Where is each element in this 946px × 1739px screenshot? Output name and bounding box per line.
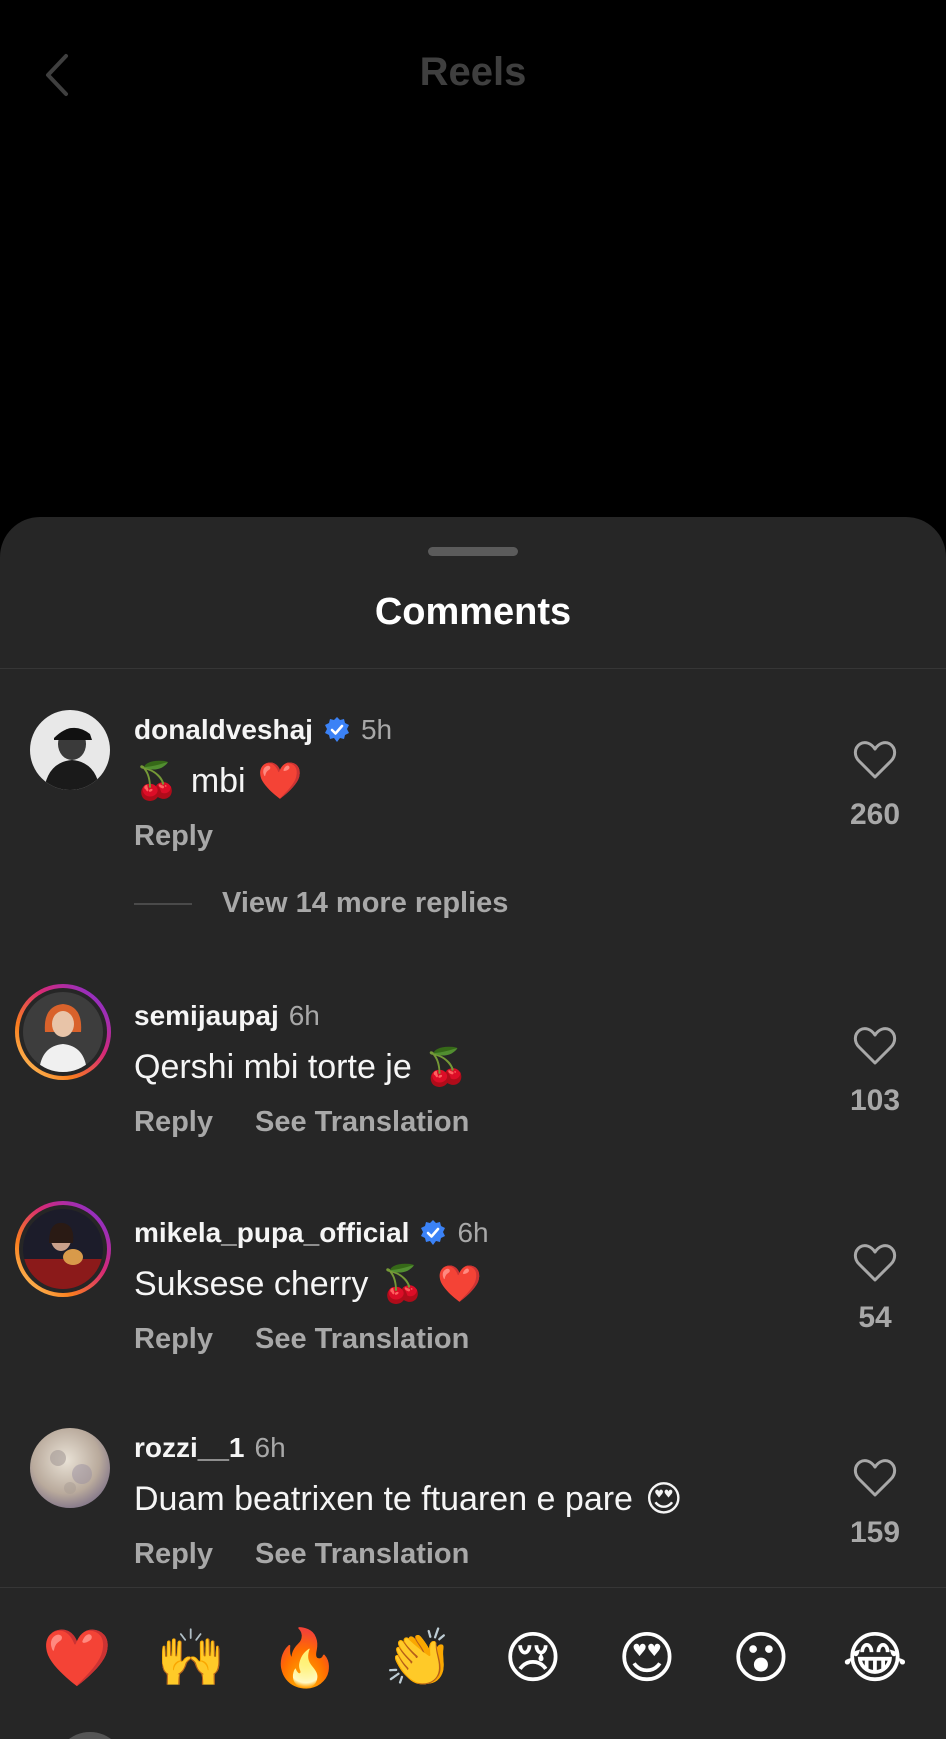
heart-eyes-emoji-reaction[interactable]: 😍 bbox=[612, 1624, 682, 1694]
clapping-emoji-reaction[interactable]: 👏 bbox=[384, 1624, 454, 1694]
comment-item: donaldveshaj 5h 🍒 mbi ❤️ Reply 260 bbox=[0, 710, 946, 880]
page-title: Reels bbox=[419, 50, 527, 94]
avatar[interactable] bbox=[15, 984, 111, 1080]
divider bbox=[0, 1587, 946, 1588]
comment-text: Suksese cherry 🍒 ❤️ bbox=[134, 1264, 482, 1305]
reply-button[interactable]: Reply bbox=[134, 1106, 213, 1139]
sheet-title: Comments bbox=[374, 591, 572, 633]
avatar[interactable] bbox=[30, 1428, 110, 1508]
username[interactable]: donaldveshaj bbox=[134, 714, 313, 746]
timestamp: 6h bbox=[254, 1432, 286, 1463]
heart-icon[interactable] bbox=[853, 1243, 897, 1283]
see-translation-button[interactable]: See Translation bbox=[255, 1106, 469, 1139]
like-control: 54 bbox=[835, 1243, 915, 1353]
fire-emoji-reaction[interactable]: 🔥 bbox=[270, 1624, 340, 1694]
username[interactable]: mikela_pupa_official bbox=[134, 1217, 409, 1249]
reply-button[interactable]: Reply bbox=[134, 820, 213, 853]
heart-icon[interactable] bbox=[853, 740, 897, 780]
verified-badge-icon bbox=[324, 717, 349, 742]
reply-button[interactable]: Reply bbox=[134, 1323, 213, 1356]
like-control: 260 bbox=[835, 740, 915, 850]
see-translation-button[interactable]: See Translation bbox=[255, 1323, 469, 1356]
reply-thread-line bbox=[134, 902, 192, 905]
like-control: 103 bbox=[835, 1026, 915, 1136]
heart-icon[interactable] bbox=[853, 1026, 897, 1066]
comment-item: rozzi__1 6h Duam beatrixen te ftuaren e … bbox=[0, 1428, 946, 1598]
surprised-emoji-reaction[interactable]: 😮 bbox=[726, 1624, 796, 1694]
laughing-emoji-reaction[interactable]: 😂 bbox=[840, 1624, 910, 1694]
avatar[interactable] bbox=[30, 710, 110, 790]
timestamp: 5h bbox=[360, 714, 393, 745]
comment-item: semijaupaj 6h Qershi mbi torte je 🍒 Repl… bbox=[0, 984, 946, 1166]
top-bar: Reels bbox=[0, 0, 946, 150]
username[interactable]: semijaupaj bbox=[134, 1000, 279, 1032]
see-translation-button[interactable]: See Translation bbox=[255, 1538, 469, 1571]
timestamp: 6h bbox=[288, 1000, 320, 1031]
like-count: 54 bbox=[858, 1301, 892, 1334]
comment-item: mikela_pupa_official 6h Suksese cherry 🍒… bbox=[0, 1201, 946, 1383]
comments-sheet: Comments donaldveshaj 5h 🍒 mbi ❤️ Reply … bbox=[0, 517, 946, 1739]
sheet-grabber[interactable] bbox=[428, 547, 518, 556]
like-count: 159 bbox=[849, 1516, 901, 1549]
comment-text: 🍒 mbi ❤️ bbox=[134, 761, 303, 802]
username[interactable]: rozzi__1 bbox=[134, 1432, 245, 1464]
heart-emoji-reaction[interactable]: ❤️ bbox=[42, 1624, 112, 1694]
like-control: 159 bbox=[835, 1458, 915, 1568]
crying-emoji-reaction[interactable]: 😢 bbox=[498, 1624, 568, 1694]
reply-button[interactable]: Reply bbox=[134, 1538, 213, 1571]
avatar[interactable] bbox=[15, 1201, 111, 1297]
divider bbox=[0, 668, 946, 669]
comment-text: Duam beatrixen te ftuaren e pare 😍 bbox=[134, 1478, 683, 1520]
timestamp: 6h bbox=[457, 1217, 489, 1248]
heart-icon[interactable] bbox=[853, 1458, 897, 1498]
like-count: 260 bbox=[849, 798, 901, 831]
view-more-replies-button[interactable]: View 14 more replies bbox=[134, 887, 508, 920]
like-count: 103 bbox=[849, 1084, 901, 1117]
verified-badge-icon bbox=[421, 1220, 446, 1245]
comment-text: Qershi mbi torte je 🍒 bbox=[134, 1047, 469, 1088]
quick-reactions-bar: ❤️ 🙌 🔥 👏 😢 😍 😮 😂 bbox=[0, 1624, 946, 1714]
raising-hands-emoji-reaction[interactable]: 🙌 bbox=[156, 1624, 226, 1694]
current-user-avatar bbox=[55, 1732, 125, 1739]
